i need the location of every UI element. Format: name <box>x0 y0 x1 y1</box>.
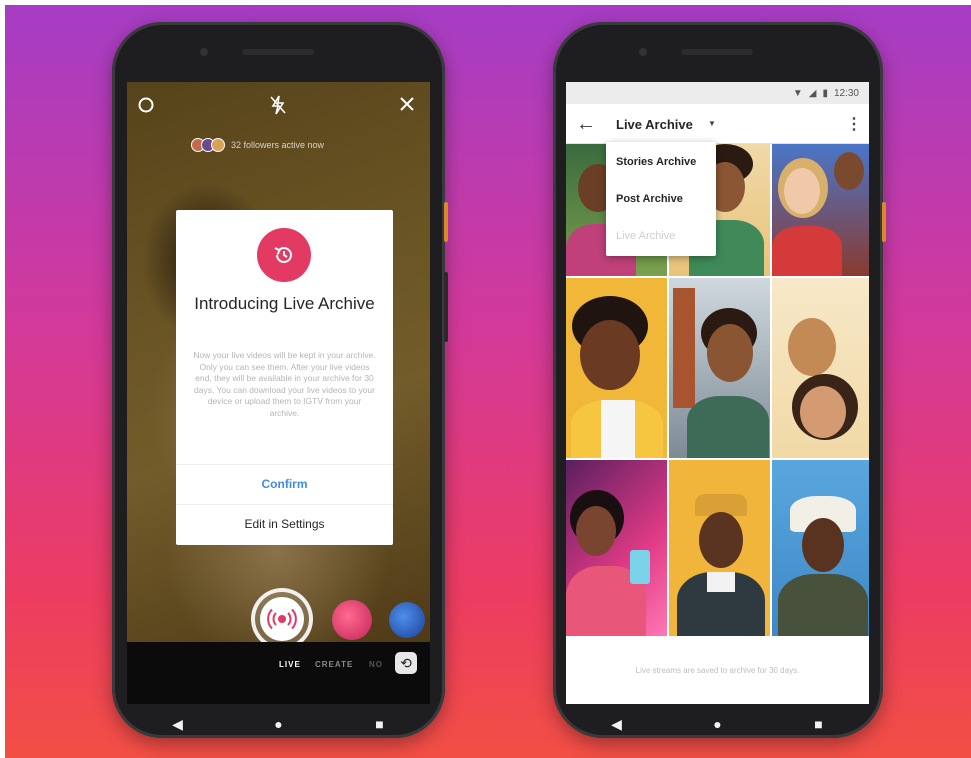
wifi-icon: ▼ <box>792 87 803 99</box>
dialog-title: Introducing Live Archive <box>194 294 375 313</box>
live-shutter-button[interactable] <box>251 588 313 650</box>
side-button <box>444 202 448 242</box>
effect-button[interactable] <box>332 600 372 640</box>
viewer-avatars <box>191 138 225 152</box>
live-broadcast-icon <box>260 597 304 641</box>
app-bar: ← Live Archive ▼ ⋮ <box>566 104 869 144</box>
live-archive-dialog: Introducing Live Archive Now your live v… <box>176 210 393 545</box>
status-bar: ▼ ◢ ▮ 12:30 <box>566 82 869 104</box>
front-camera <box>639 48 647 56</box>
recents-nav-button[interactable]: ■ <box>365 716 395 732</box>
close-icon[interactable] <box>399 96 415 115</box>
dropdown-item-stories-archive[interactable]: Stories Archive <box>616 156 696 168</box>
volume-button <box>444 272 448 342</box>
page-title[interactable]: Live Archive <box>616 117 693 132</box>
back-arrow-icon[interactable]: ← <box>576 113 596 136</box>
status-time: 12:30 <box>833 87 859 99</box>
archive-thumbnail[interactable] <box>566 460 667 640</box>
mode-tab-live[interactable]: LIVE <box>279 660 301 669</box>
archive-thumbnail[interactable] <box>772 278 869 458</box>
live-archive-screen: ▼ ◢ ▮ 12:30 ← Live Archive ▼ ⋮ Stories A… <box>566 82 869 704</box>
footer-note: Live streams are saved to archive for 30… <box>635 665 800 675</box>
effect-button[interactable] <box>389 602 425 638</box>
archive-thumbnail[interactable] <box>772 144 869 276</box>
avatar <box>211 138 225 152</box>
archive-thumbnail[interactable] <box>669 278 770 458</box>
home-nav-button[interactable]: ● <box>264 716 294 732</box>
more-options-icon[interactable]: ⋮ <box>846 114 862 134</box>
earpiece-speaker <box>681 49 753 55</box>
side-button <box>882 202 886 242</box>
viewers-label: 32 followers active now <box>231 140 325 150</box>
archive-footer: Live streams are saved to archive for 30… <box>566 636 869 704</box>
android-nav-bar: ◀ ● ■ <box>566 704 869 744</box>
camera-screen: 32 followers active now Introducing Live… <box>127 82 430 704</box>
recents-nav-button[interactable]: ■ <box>804 716 834 732</box>
dropdown-item-post-archive[interactable]: Post Archive <box>616 193 683 205</box>
mode-tab-normal[interactable]: NO <box>369 660 383 669</box>
back-nav-button[interactable]: ◀ <box>163 716 193 733</box>
left-phone: 32 followers active now Introducing Live… <box>112 22 448 738</box>
edit-in-settings-button[interactable]: Edit in Settings <box>176 504 393 544</box>
archive-thumbnail[interactable] <box>772 460 869 640</box>
home-nav-button[interactable]: ● <box>703 716 733 732</box>
settings-icon[interactable] <box>137 96 155 117</box>
dropdown-item-live-archive: Live Archive <box>616 230 676 242</box>
archive-history-icon <box>257 228 311 282</box>
battery-icon: ▮ <box>822 87 828 99</box>
back-nav-button[interactable]: ◀ <box>602 716 632 733</box>
signal-icon: ◢ <box>808 87 817 99</box>
camera-mode-bar: LIVE CREATE NO ⟲ <box>127 642 430 704</box>
mode-tab-create[interactable]: CREATE <box>315 660 353 669</box>
archive-type-dropdown: Stories Archive Post Archive Live Archiv… <box>606 142 716 256</box>
archive-thumbnail[interactable] <box>566 278 667 458</box>
front-camera <box>200 48 208 56</box>
earpiece-speaker <box>242 49 314 55</box>
flash-off-icon[interactable] <box>270 95 286 118</box>
flip-camera-icon[interactable]: ⟲ <box>395 652 417 674</box>
android-nav-bar: ◀ ● ■ <box>127 704 430 744</box>
dialog-body: Now your live videos will be kept in you… <box>193 350 376 418</box>
archive-thumbnail[interactable] <box>669 460 770 640</box>
right-phone: ▼ ◢ ▮ 12:30 ← Live Archive ▼ ⋮ Stories A… <box>553 22 886 738</box>
chevron-down-icon[interactable]: ▼ <box>708 119 716 128</box>
confirm-button[interactable]: Confirm <box>176 464 393 504</box>
active-viewers: 32 followers active now <box>191 138 325 152</box>
